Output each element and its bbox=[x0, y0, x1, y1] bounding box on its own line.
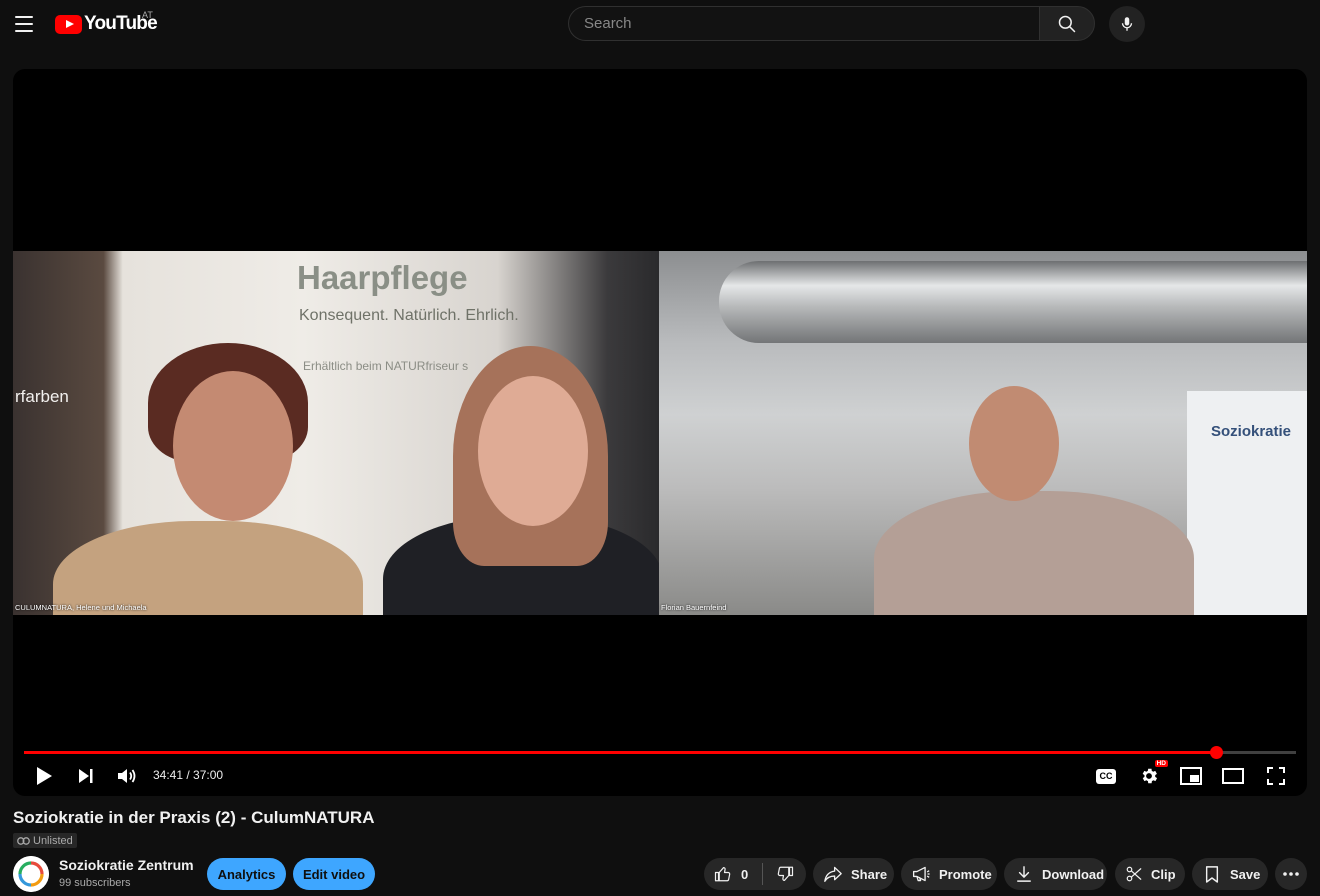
search-box bbox=[568, 6, 1040, 41]
channel-name[interactable]: Soziokratie Zentrum bbox=[59, 857, 194, 873]
ceiling-duct bbox=[719, 261, 1307, 343]
megaphone-icon bbox=[912, 866, 930, 882]
share-label: Share bbox=[851, 866, 888, 882]
channel-avatar[interactable] bbox=[13, 856, 49, 892]
person-middle-face bbox=[478, 376, 588, 526]
theater-mode-icon bbox=[1222, 768, 1244, 784]
person-right-body bbox=[874, 491, 1194, 615]
banner-subtitle: Konsequent. Natürlich. Ehrlich. bbox=[299, 307, 519, 324]
youtube-logo[interactable]: YouTube AT bbox=[55, 10, 158, 35]
scrubber-handle[interactable] bbox=[1209, 746, 1223, 759]
person-left-body bbox=[53, 521, 363, 615]
play-logo-icon bbox=[55, 14, 82, 34]
bookmark-icon bbox=[1205, 866, 1219, 883]
menu-icon[interactable] bbox=[12, 8, 36, 40]
thumbs-down-icon bbox=[777, 866, 793, 882]
participant-label-left: CULUMNATURA, Helene und Michaela bbox=[15, 603, 147, 612]
save-label: Save bbox=[1230, 866, 1261, 882]
video-player[interactable]: Haarpflege Konsequent. Natürlich. Ehrlic… bbox=[13, 69, 1307, 796]
next-button[interactable] bbox=[73, 763, 99, 789]
promote-button[interactable]: Promote bbox=[901, 858, 997, 890]
scissors-icon bbox=[1126, 866, 1142, 882]
banner-note: Erhältlich beim NATURfriseur s bbox=[303, 359, 469, 373]
progress-played bbox=[24, 751, 1216, 754]
video-title: Soziokratie in der Praxis (2) - CulumNAT… bbox=[13, 808, 375, 827]
share-icon bbox=[824, 866, 842, 883]
search-input[interactable] bbox=[569, 7, 1040, 40]
link-icon bbox=[17, 836, 30, 845]
fullscreen-icon bbox=[1267, 767, 1285, 785]
save-button[interactable]: Save bbox=[1192, 858, 1268, 890]
time-display: 34:41 / 37:00 bbox=[153, 768, 224, 782]
like-button[interactable]: 0 bbox=[704, 858, 762, 890]
logo-region: AT bbox=[142, 10, 153, 20]
clip-button[interactable]: Clip bbox=[1115, 858, 1185, 890]
download-label: Download bbox=[1042, 866, 1105, 882]
video-frame[interactable]: Haarpflege Konsequent. Natürlich. Ehrlic… bbox=[13, 251, 1307, 615]
settings-button[interactable]: HD bbox=[1136, 760, 1168, 789]
analytics-button[interactable]: Analytics bbox=[207, 858, 286, 890]
hd-badge: HD bbox=[1154, 760, 1168, 767]
video-tile-right: Soziokratie Florian Bauernfeind bbox=[659, 251, 1307, 615]
share-button[interactable]: Share bbox=[813, 858, 894, 890]
like-dislike-group: 0 bbox=[704, 858, 806, 890]
visibility-label: Unlisted bbox=[33, 834, 73, 847]
volume-icon bbox=[118, 769, 136, 783]
gear-icon bbox=[1142, 768, 1158, 784]
download-icon bbox=[1017, 866, 1031, 882]
skip-next-icon bbox=[79, 769, 93, 783]
search-button[interactable] bbox=[1039, 6, 1095, 41]
more-actions-button[interactable] bbox=[1275, 858, 1307, 890]
miniplayer-icon bbox=[1180, 767, 1202, 785]
person-left-face bbox=[173, 371, 293, 521]
visibility-badge: Unlisted bbox=[13, 833, 77, 848]
channel-logo-icon bbox=[13, 856, 49, 892]
download-button[interactable]: Download bbox=[1004, 858, 1107, 890]
like-count: 0 bbox=[741, 866, 749, 882]
banner-title: Haarpflege bbox=[297, 259, 468, 296]
volume-button[interactable] bbox=[114, 763, 140, 789]
thumbs-up-icon bbox=[714, 866, 731, 882]
cc-icon: CC bbox=[1096, 768, 1116, 784]
play-button[interactable] bbox=[31, 763, 57, 789]
participant-label-right: Florian Bauernfeind bbox=[661, 603, 727, 612]
search-icon bbox=[1058, 15, 1076, 32]
theater-mode-button[interactable] bbox=[1220, 763, 1246, 789]
subtitles-button[interactable]: CC bbox=[1093, 763, 1119, 789]
progress-bar[interactable] bbox=[24, 746, 1296, 759]
dislike-button[interactable] bbox=[763, 858, 806, 890]
voice-search-button[interactable] bbox=[1109, 6, 1145, 42]
fullscreen-button[interactable] bbox=[1263, 763, 1289, 789]
more-horizontal-icon bbox=[1283, 872, 1299, 876]
person-right-face bbox=[969, 386, 1059, 501]
masthead: YouTube AT bbox=[0, 0, 1320, 48]
promote-label: Promote bbox=[939, 866, 992, 882]
microphone-icon bbox=[1121, 17, 1133, 31]
miniplayer-button[interactable] bbox=[1178, 763, 1204, 789]
poster-text: rfarben bbox=[15, 387, 69, 406]
clip-label: Clip bbox=[1151, 866, 1176, 882]
play-icon bbox=[37, 767, 52, 785]
sign-text: Soziokratie bbox=[1211, 423, 1292, 440]
video-tile-left: Haarpflege Konsequent. Natürlich. Ehrlic… bbox=[13, 251, 659, 615]
subscriber-count: 99 subscribers bbox=[59, 877, 131, 889]
edit-video-button[interactable]: Edit video bbox=[293, 858, 375, 890]
